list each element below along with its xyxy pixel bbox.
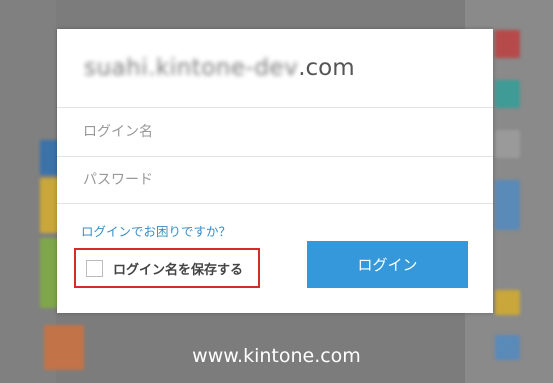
background-tile (495, 30, 520, 58)
background-tile (495, 290, 520, 315)
username-input[interactable] (81, 122, 485, 141)
domain-name-blurred: suahi.kintone-dev (84, 55, 299, 81)
background-tile (495, 130, 520, 158)
remember-login-label[interactable]: ログイン名を保存する (113, 259, 243, 278)
login-button[interactable]: ログイン (307, 241, 468, 288)
background-tile (495, 80, 520, 108)
background-tile (495, 180, 520, 230)
footer-url: www.kintone.com (192, 345, 361, 367)
domain-name: suahi.kintone-dev .com (57, 29, 493, 107)
login-help-link[interactable]: ログインでお困りですか？ (81, 221, 231, 240)
remember-login-highlight: ログイン名を保存する (74, 248, 260, 288)
username-field[interactable] (57, 107, 493, 155)
login-dialog: suahi.kintone-dev .com ログインでお困りですか？ ログイン… (57, 29, 493, 313)
password-input[interactable] (81, 171, 485, 189)
remember-login-checkbox[interactable] (86, 259, 103, 277)
password-field[interactable] (57, 156, 493, 204)
domain-name-suffix: .com (298, 55, 355, 81)
